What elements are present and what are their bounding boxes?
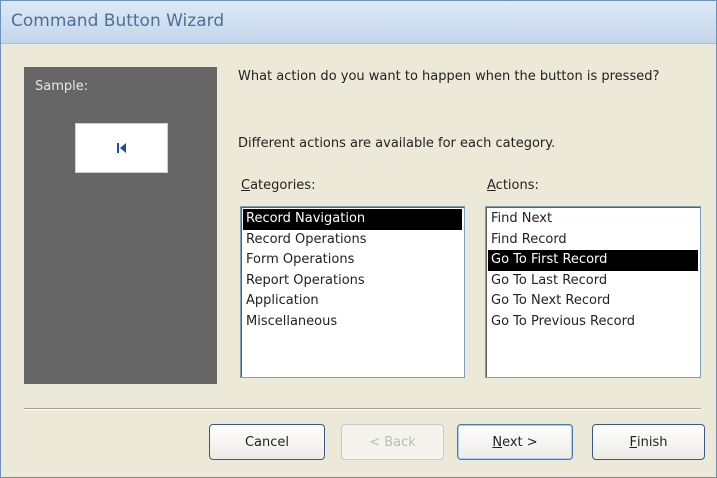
action-item-go-to-next-record[interactable]: Go To Next Record [488,291,698,312]
cancel-button[interactable]: Cancel [209,424,325,460]
next-button[interactable]: Next > [457,424,573,460]
actions-label: Actions: [487,178,539,193]
first-record-icon [116,143,126,153]
window-title: Command Button Wizard [11,11,225,31]
action-item-go-to-last-record[interactable]: Go To Last Record [488,271,698,292]
actions-label-accelerator: A [487,178,496,193]
action-item-go-to-previous-record[interactable]: Go To Previous Record [488,312,698,333]
sample-pane: Sample: [24,67,217,384]
finish-button-text: inish [637,434,668,450]
next-button-text: ext > [502,434,538,450]
category-item-miscellaneous[interactable]: Miscellaneous [243,312,462,333]
categories-label: Categories: [241,178,315,193]
back-button[interactable]: < Back [341,424,444,460]
sample-label: Sample: [35,79,89,94]
category-item-report-operations[interactable]: Report Operations [243,271,462,292]
sample-button-preview [75,123,168,173]
prompt-subtext: Different actions are available for each… [238,136,556,151]
action-item-find-record[interactable]: Find Record [488,230,698,251]
actions-label-text: ctions: [495,178,539,193]
category-item-record-navigation[interactable]: Record Navigation [243,209,462,230]
category-item-form-operations[interactable]: Form Operations [243,250,462,271]
categories-listbox[interactable]: Record Navigation Record Operations Form… [240,206,465,378]
finish-button-accelerator: F [629,434,637,450]
title-bar: Command Button Wizard [1,1,716,44]
command-button-wizard-window: Command Button Wizard Sample: What actio… [0,0,717,478]
action-item-find-next[interactable]: Find Next [488,209,698,230]
next-button-accelerator: N [492,434,503,450]
prompt-question: What action do you want to happen when t… [238,69,660,84]
categories-label-accelerator: C [241,178,251,193]
actions-listbox[interactable]: Find Next Find Record Go To First Record… [485,206,701,378]
finish-button[interactable]: Finish [592,424,705,460]
categories-label-text: ategories: [250,178,316,193]
category-item-application[interactable]: Application [243,291,462,312]
button-separator [24,408,701,410]
action-item-go-to-first-record[interactable]: Go To First Record [488,250,698,271]
category-item-record-operations[interactable]: Record Operations [243,230,462,251]
